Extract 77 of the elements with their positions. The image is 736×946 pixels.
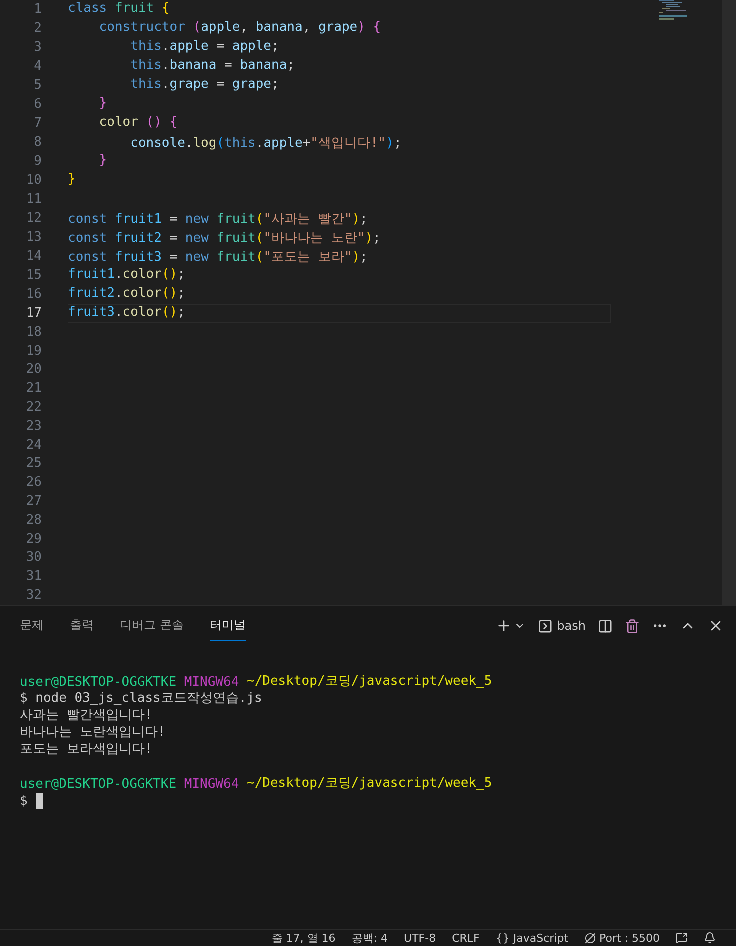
terminal-shell-button[interactable]: bash [538,618,586,634]
line-number: 16 [25,286,42,302]
line-number: 30 [25,550,42,566]
line-number: 32 [25,588,42,604]
line-number: 3 [33,40,42,55]
code-line: this.grape = grape; [130,76,280,94]
panel-tab[interactable]: 문제 [20,611,44,641]
terminal-text: MINGW64 [184,777,240,792]
line-number: 14 [25,248,42,264]
code-line: fruit2.color(); [68,284,186,303]
line-number: 20 [25,362,42,378]
slash-circle-icon [584,932,596,944]
code-line: constructor (apple, banana, grape) { [98,19,382,37]
terminal-text: MINGW64 [184,675,240,690]
line-number: 22 [25,400,42,415]
line-number: 7 [33,116,42,131]
terminal-text: user@DESKTOP-OGGKTKE [20,777,178,792]
code-line: this.apple = apple; [130,38,280,56]
line-number: 25 [25,456,42,472]
status-item[interactable]: Port : 5500 [584,932,660,944]
line-number: 31 [25,569,42,584]
panel-tab[interactable]: 출력 [70,611,94,641]
line-number: 26 [25,475,42,490]
code-line: const fruit2 = new fruit("바나나는 노란"); [68,230,382,247]
line-number: 28 [25,512,42,528]
code-line: color () { [98,114,179,132]
code-line: const fruit3 = new fruit("포도는 보라"); [68,248,369,266]
feedback-icon[interactable] [676,932,688,944]
status-item[interactable]: UTF-8 [404,932,436,944]
terminal-text: $ [20,794,29,809]
line-number: 4 [33,59,42,74]
code-line: class fruit { [68,0,171,18]
panel-tab[interactable]: 터미널 [210,611,246,641]
code-line: } [98,152,108,170]
terminal-text: 포도는 보라색입니다! [20,741,153,758]
terminal-text: user@DESKTOP-OGGKTKE [20,675,178,690]
code-line: console.log(this.apple+"색입니다!"); [130,135,403,152]
line-number: 13 [25,230,42,245]
status-item[interactable]: CRLF [452,932,480,944]
trash-icon[interactable] [625,618,640,634]
line-number: 2 [33,21,42,36]
line-number: 24 [25,438,42,453]
line-number: 1 [33,2,42,17]
code-line: const fruit1 = new fruit("사과는 빨간"); [68,210,369,228]
line-number: 27 [25,494,42,510]
bell-icon[interactable] [704,932,716,944]
line-number: 23 [25,418,42,434]
line-number: 18 [25,324,42,340]
line-number: 6 [33,97,42,112]
split-icon[interactable] [598,618,613,634]
line-number: 12 [25,210,42,226]
terminal-text: ~/Desktop/코딩/javascript/week_5 [247,775,492,792]
line-number: 9 [33,154,42,169]
line-number: 15 [25,268,42,283]
line-number: 21 [25,381,42,396]
code-line: } [98,95,108,113]
line-number: 29 [25,532,42,547]
code-line: fruit1.color(); [68,266,186,284]
terminal-text: 바나나는 노란색입니다! [20,724,166,741]
terminal[interactable]: user@DESKTOP-OGGKTKE MINGW64 ~/Desktop/코딩/javascript/week_5 $ node 03_js_class코드작성연습.js 사과는 빨간색입니다! 바나나는 노란색입니다! 포도는 보라색입니다! user@DESKTOP-OGGKTKE MINGW64 ~/Desktop/코딩/javascript/week_5 $ [0,646,736,929]
code-line: fruit3.color(); [68,304,611,323]
panel-tab[interactable]: 디버그 콘솔 [120,611,184,641]
code-line: } [68,171,77,189]
terminal-text: ~/Desktop/코딩/javascript/week_5 [247,673,492,690]
status-item[interactable]: {} JavaScript [496,932,568,944]
terminal-icon [538,618,554,634]
status-item[interactable]: 줄 17, 열 16 [272,930,336,946]
line-number: 5 [33,78,42,93]
line-number: 19 [25,344,42,359]
code-line: this.banana = banana; [130,57,296,75]
line-number: 10 [25,173,42,188]
status-item[interactable]: 공백: 4 [352,930,388,946]
line-number: 11 [25,192,42,207]
line-number: 8 [33,135,42,150]
terminal-text: 사과는 빨간색입니다! [20,707,153,724]
terminal-text: $ node 03_js_class코드작성연습.js [20,690,262,707]
line-number: 17 [25,306,42,321]
